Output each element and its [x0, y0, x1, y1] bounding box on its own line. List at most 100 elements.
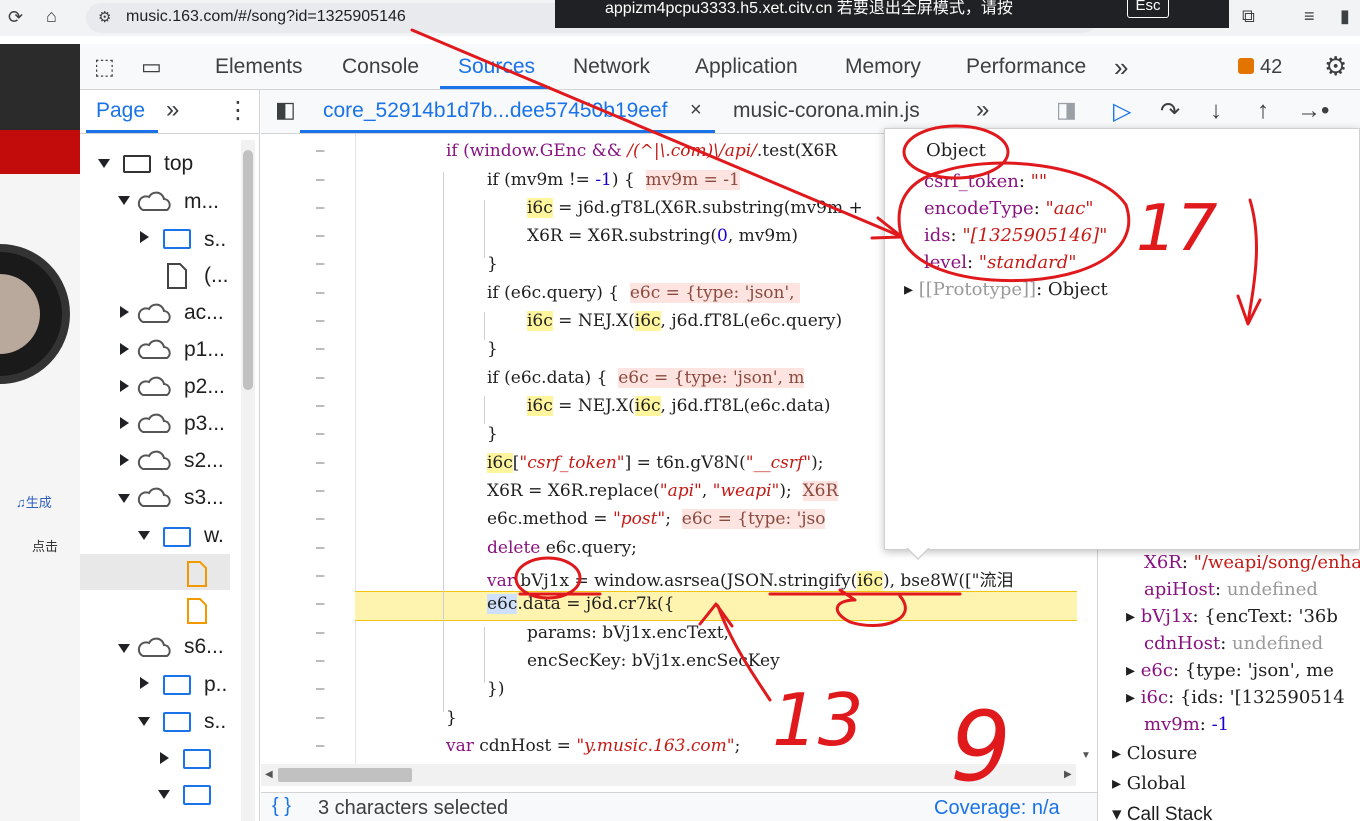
- line-marker[interactable]: –: [316, 710, 324, 726]
- line-marker[interactable]: –: [316, 172, 324, 188]
- editor-more-tabs-icon[interactable]: »: [976, 96, 989, 124]
- tree-item-p-folder[interactable]: p..: [204, 673, 227, 697]
- tree-item-p1[interactable]: p1...: [184, 338, 225, 362]
- line-marker[interactable]: –: [316, 426, 324, 442]
- url-text[interactable]: music.163.com/#/song?id=1325905146: [126, 8, 406, 26]
- call-stack-header[interactable]: ▾ Call Stack: [1112, 803, 1212, 821]
- tree-item-music-domain[interactable]: m...: [184, 190, 219, 214]
- tab-network[interactable]: Network: [573, 55, 650, 79]
- line-marker[interactable]: –: [316, 370, 324, 386]
- code-line: if (e6c.query) { e6c = {type: 'json',: [487, 283, 800, 303]
- scope-var-e6c[interactable]: ▸ e6c: {type: 'json', me: [1126, 660, 1334, 681]
- line-marker[interactable]: –: [316, 200, 324, 216]
- scroll-down-arrow-icon[interactable]: ▼: [1081, 750, 1091, 761]
- line-marker[interactable]: –: [316, 653, 324, 669]
- reload-icon[interactable]: ⟳: [8, 7, 23, 28]
- tab-sources[interactable]: Sources: [458, 55, 535, 79]
- home-icon[interactable]: ⌂: [46, 6, 57, 27]
- line-marker[interactable]: –: [316, 511, 324, 527]
- inspect-element-icon[interactable]: ⬚: [94, 54, 115, 80]
- line-marker[interactable]: –: [316, 681, 324, 697]
- step-icon[interactable]: →•: [1297, 97, 1329, 125]
- media-controls-icon[interactable]: ≡: [1304, 6, 1315, 27]
- line-marker[interactable]: –: [316, 285, 324, 301]
- issues-icon: [1238, 58, 1254, 74]
- close-tab-icon[interactable]: ×: [690, 99, 702, 122]
- editor-tab-music-corona[interactable]: music-corona.min.js: [733, 99, 920, 123]
- popover-field-level: level: "standard": [924, 252, 1077, 273]
- tree-item-folder[interactable]: s..: [204, 228, 226, 252]
- code-line: if (window.GEnc && /(^|\.com)\/api/.test…: [446, 141, 838, 161]
- extensions-icon[interactable]: ⧉: [1242, 6, 1255, 27]
- tree-item-ac[interactable]: ac...: [184, 301, 224, 325]
- generate-link[interactable]: ♫生成: [16, 492, 52, 511]
- tab-memory[interactable]: Memory: [845, 55, 921, 79]
- scope-var-cdnhost[interactable]: cdnHost: undefined: [1144, 633, 1323, 654]
- tab-application[interactable]: Application: [695, 55, 798, 79]
- site-info-icon[interactable]: ⚙: [98, 8, 111, 26]
- scope-var-i6c[interactable]: ▸ i6c: {ids: '[132590514: [1126, 687, 1345, 708]
- editor-tab-core-js[interactable]: core_52914b1d7b...dee57450b19eef: [323, 99, 668, 123]
- selection-status: 3 characters selected: [318, 797, 509, 819]
- tab-performance[interactable]: Performance: [966, 55, 1086, 79]
- tree-item-w-folder[interactable]: w.: [204, 524, 224, 548]
- resume-icon[interactable]: ▷: [1113, 97, 1131, 126]
- tree-item-p2[interactable]: p2...: [184, 375, 225, 399]
- scroll-left-arrow-icon[interactable]: ◀: [265, 769, 273, 780]
- scope-var-apihost[interactable]: apiHost: undefined: [1144, 579, 1318, 600]
- settings-gear-icon[interactable]: ⚙: [1324, 51, 1347, 82]
- line-marker[interactable]: –: [316, 398, 324, 414]
- step-over-icon[interactable]: ↷: [1160, 97, 1180, 126]
- device-toolbar-icon[interactable]: ▭: [141, 54, 162, 80]
- scope-global[interactable]: ▸ Global: [1112, 773, 1186, 794]
- navigator-menu-icon[interactable]: ⋮: [226, 96, 250, 125]
- code-line-current: e6c.data = j6d.cr7k({: [487, 594, 675, 614]
- line-marker[interactable]: –: [316, 228, 324, 244]
- code-line: }: [487, 424, 498, 444]
- navigator-more-icon[interactable]: »: [166, 96, 179, 124]
- profile-icon[interactable]: ▮: [1340, 6, 1350, 27]
- tree-item-index[interactable]: (...: [204, 264, 229, 288]
- line-marker[interactable]: –: [316, 596, 324, 612]
- line-marker[interactable]: –: [316, 738, 324, 754]
- line-marker[interactable]: –: [316, 625, 324, 641]
- step-into-icon[interactable]: ↓: [1210, 97, 1222, 125]
- more-tabs-icon[interactable]: »: [1114, 52, 1128, 83]
- navigator-tree-icons: [98, 155, 211, 805]
- scroll-right-arrow-icon[interactable]: ▶: [1064, 769, 1072, 780]
- navigator-tab-page[interactable]: Page: [96, 99, 145, 123]
- tree-item-p3[interactable]: p3...: [184, 412, 225, 436]
- tab-console[interactable]: Console: [342, 55, 419, 79]
- step-out-icon[interactable]: ↑: [1257, 97, 1269, 125]
- scope-var-bvj1x[interactable]: ▸ bVj1x: {encText: '36b: [1126, 606, 1338, 627]
- scope-var-mv9m[interactable]: mv9m: -1: [1144, 714, 1229, 735]
- code-line: var bVj1x = window.asrsea(JSON.stringify…: [487, 571, 1014, 591]
- tab-elements[interactable]: Elements: [215, 55, 303, 79]
- line-marker[interactable]: –: [316, 540, 324, 556]
- navigator-scroll-thumb[interactable]: [243, 150, 253, 390]
- line-marker[interactable]: –: [316, 256, 324, 272]
- fullscreen-banner-text: appizm4pcpu3333.h5.xet.citv.cn 若要退出全屏模式，…: [605, 0, 1013, 17]
- line-marker[interactable]: –: [316, 313, 324, 329]
- code-line: }: [487, 339, 498, 359]
- coverage-status[interactable]: Coverage: n/a: [934, 797, 1060, 820]
- pretty-print-icon[interactable]: { }: [272, 795, 291, 818]
- line-marker[interactable]: –: [316, 568, 324, 584]
- tree-item-s3[interactable]: s3...: [184, 486, 224, 510]
- line-marker[interactable]: –: [316, 341, 324, 357]
- tree-item-s2[interactable]: s2...: [184, 449, 224, 473]
- line-marker[interactable]: –: [316, 455, 324, 471]
- indent-guide: [484, 312, 485, 340]
- tree-item-s-folder[interactable]: s..: [204, 710, 226, 734]
- scope-closure[interactable]: ▸ Closure: [1112, 743, 1197, 764]
- line-marker[interactable]: –: [316, 483, 324, 499]
- issues-badge[interactable]: 42: [1238, 56, 1282, 79]
- line-marker[interactable]: –: [316, 143, 324, 159]
- tree-item-top[interactable]: top: [164, 152, 193, 176]
- scope-var-x6r[interactable]: X6R: "/weapi/song/enha: [1144, 552, 1360, 573]
- tree-item-s6[interactable]: s6...: [184, 635, 224, 659]
- toggle-navigator-icon[interactable]: ◧: [275, 97, 296, 123]
- toggle-debugger-icon[interactable]: ◨: [1056, 97, 1077, 123]
- popover-prototype[interactable]: ▸ [[Prototype]]: Object: [904, 279, 1108, 300]
- editor-scroll-thumb[interactable]: [278, 768, 412, 782]
